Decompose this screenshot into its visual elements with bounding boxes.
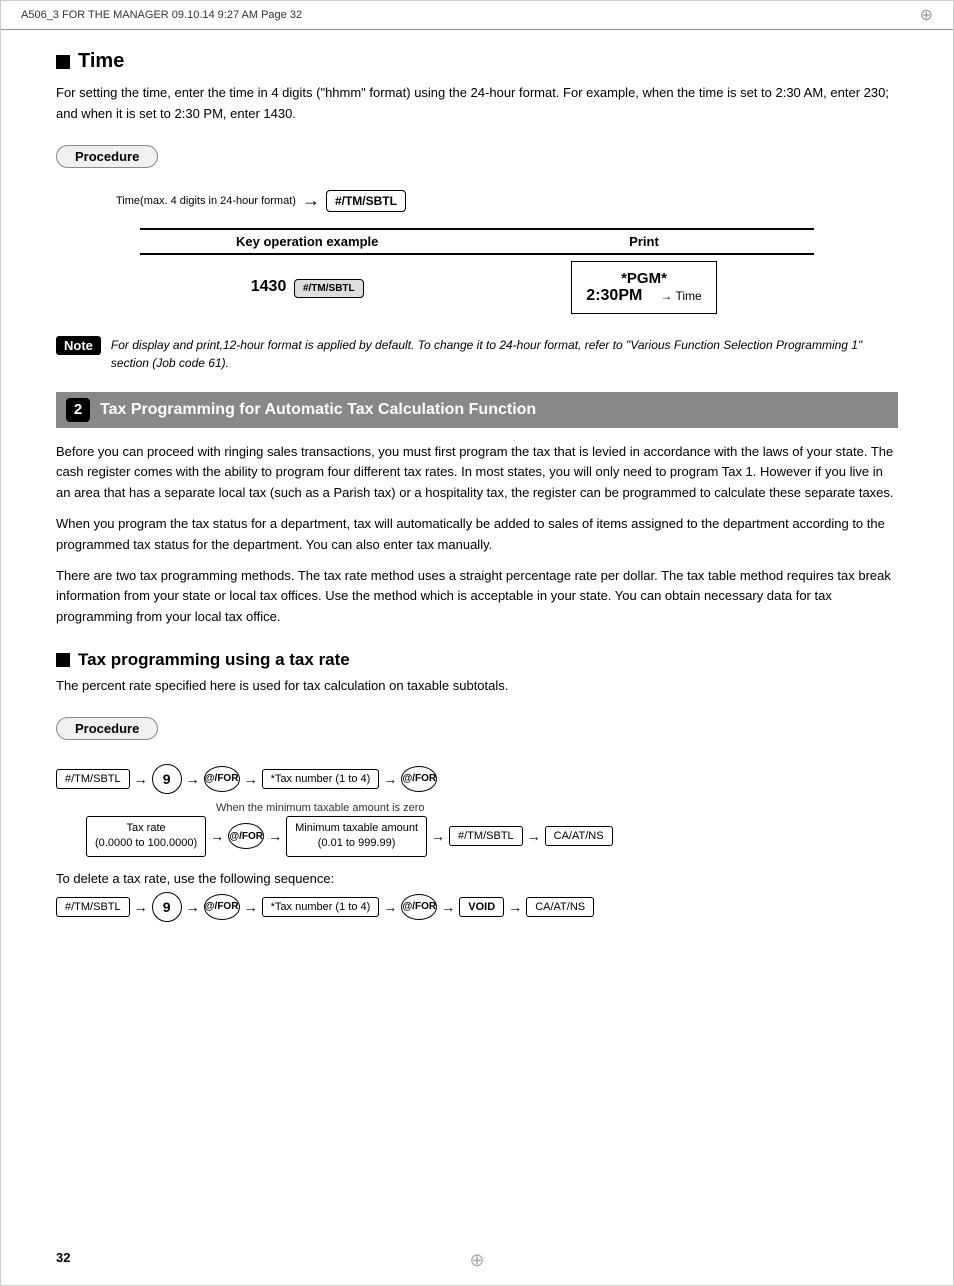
section2-badge: 2 [66, 398, 90, 422]
note-box: Note For display and print,12-hour forma… [56, 336, 898, 372]
page-number: 32 [56, 1250, 70, 1265]
flow-9: 9 [152, 764, 182, 794]
tax-delete-flow-row: #/TM/SBTL → 9 → @/FOR → *Tax number (1 t… [56, 892, 898, 922]
del-flow-for2: @/FOR [401, 894, 437, 920]
bottom-crosshair-icon: ⊕ [469, 1250, 484, 1271]
flow-for1: @/FOR [204, 766, 240, 792]
time-section-header: Time [56, 50, 898, 73]
top-bar: A506_3 FOR THE MANAGER 09.10.14 9:27 AM … [1, 1, 953, 30]
print-cell: *PGM* 2:30PM → Time [474, 254, 814, 320]
flow-for3: @/FOR [228, 823, 264, 849]
time-label: → Time [660, 289, 701, 303]
del-flow-9: 9 [152, 892, 182, 922]
flow-tax-rate-box: Tax rate (0.0000 to 100.0000) [86, 816, 206, 857]
flow-min-taxable-box: Minimum taxable amount (0.01 to 999.99) [286, 816, 427, 857]
arrow4: → [383, 771, 397, 787]
time-value: 2:30PM [586, 287, 642, 305]
del-flow-for1: @/FOR [204, 894, 240, 920]
print-output-box: *PGM* 2:30PM → Time [571, 261, 716, 314]
del-arrow4: → [383, 899, 397, 915]
procedure-button-tax[interactable]: Procedure [56, 717, 158, 740]
section2-body2: When you program the tax status for a de… [56, 514, 898, 556]
top-bar-text: A506_3 FOR THE MANAGER 09.10.14 9:27 AM … [21, 9, 302, 21]
black-square-tax-icon [56, 653, 70, 667]
print-header: Print [474, 229, 814, 254]
del-flow-void: VOID [459, 897, 504, 917]
arrow8: → [527, 828, 541, 844]
key-operation-table: Key operation example Print 1430 #/TM/SB… [140, 228, 814, 320]
tax-rate-section-header: Tax programming using a tax rate [56, 650, 898, 670]
del-flow-tax-number: *Tax number (1 to 4) [262, 897, 380, 917]
key-op-header: Key operation example [140, 229, 474, 254]
flow-for2: @/FOR [401, 766, 437, 792]
page: A506_3 FOR THE MANAGER 09.10.14 9:27 AM … [0, 0, 954, 1286]
del-flow-caatns: CA/AT/NS [526, 897, 594, 917]
flow-tmsbtl2: #/TM/SBTL [449, 826, 523, 846]
flow-tax-number: *Tax number (1 to 4) [262, 769, 380, 789]
section2-body3: There are two tax programming methods. T… [56, 566, 898, 628]
tax-rate-diagram: #/TM/SBTL → 9 → @/FOR → *Tax number (1 t… [56, 764, 898, 922]
key-example-value: 1430 [251, 278, 287, 295]
time-section-title: Time [78, 50, 124, 73]
crosshair-icon: ⊕ [920, 5, 933, 25]
procedure-label-tax: Procedure [75, 721, 139, 736]
del-arrow2: → [186, 899, 200, 915]
del-arrow6: → [508, 899, 522, 915]
section2-bar: 2 Tax Programming for Automatic Tax Calc… [56, 392, 898, 428]
tax-rate-title: Tax programming using a tax rate [78, 650, 350, 670]
del-arrow1: → [134, 899, 148, 915]
procedure-label-time: Procedure [75, 149, 139, 164]
arrow5: → [210, 828, 224, 844]
section2-title: Tax Programming for Automatic Tax Calcul… [100, 401, 536, 419]
when-min-zero-text: When the minimum taxable amount is zero [216, 802, 898, 814]
note-text: For display and print,12-hour format is … [111, 336, 898, 372]
flow-caatns1: CA/AT/NS [545, 826, 613, 846]
time-body-text: For setting the time, enter the time in … [56, 83, 898, 125]
time-display-row: 2:30PM → Time [586, 287, 701, 305]
time-format-label: Time(max. 4 digits in 24-hour format) [116, 195, 296, 207]
del-flow-tmsbtl: #/TM/SBTL [56, 897, 130, 917]
section2-body1: Before you can proceed with ringing sale… [56, 442, 898, 504]
arrow1: → [134, 771, 148, 787]
delete-label: To delete a tax rate, use the following … [56, 871, 898, 886]
key-example-cell: 1430 #/TM/SBTL [140, 254, 474, 320]
time-format-diagram: Time(max. 4 digits in 24-hour format) → … [56, 190, 898, 320]
flow-tmsbtl: #/TM/SBTL [56, 769, 130, 789]
main-content: Time For setting the time, enter the tim… [1, 30, 953, 972]
arrow2: → [186, 771, 200, 787]
procedure-button-time[interactable]: Procedure [56, 145, 158, 168]
min-zero-annotation: When the minimum taxable amount is zero [116, 802, 898, 814]
tmsbtl-small-key: #/TM/SBTL [294, 279, 364, 298]
tax-rate-body: The percent rate specified here is used … [56, 676, 898, 697]
arrow6: → [268, 828, 282, 844]
note-label: Note [56, 336, 101, 355]
arrow-right-icon: → [302, 190, 320, 211]
tmsbtl-key: #/TM/SBTL [326, 190, 406, 212]
del-arrow5: → [441, 899, 455, 915]
tax-flow-row2: Tax rate (0.0000 to 100.0000) → @/FOR → … [86, 816, 898, 857]
pgm-star: *PGM* [586, 270, 701, 287]
arrow7: → [431, 828, 445, 844]
del-arrow3: → [244, 899, 258, 915]
arrow3: → [244, 771, 258, 787]
tax-flow-row1: #/TM/SBTL → 9 → @/FOR → *Tax number (1 t… [56, 764, 898, 794]
black-square-icon [56, 55, 70, 69]
